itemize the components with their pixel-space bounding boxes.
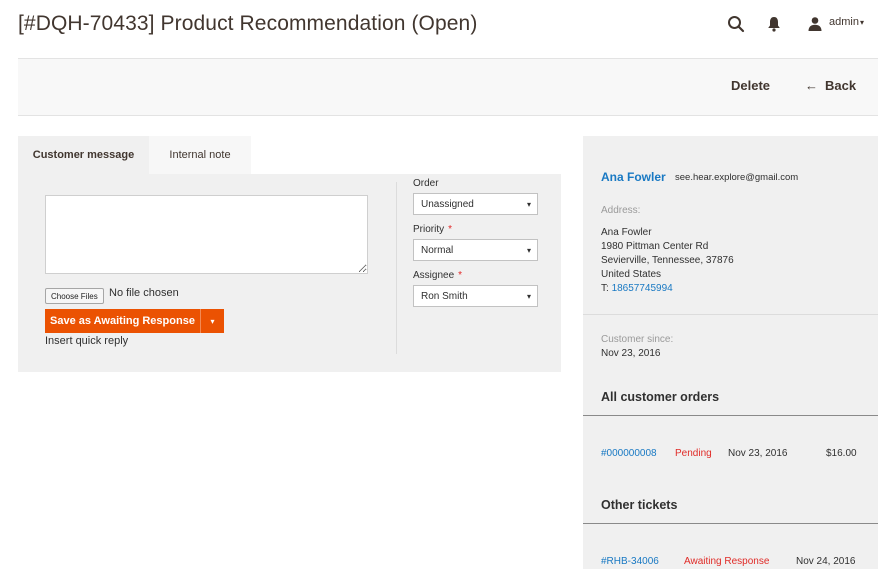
divider xyxy=(583,314,878,315)
assignee-select-value: Ron Smith xyxy=(421,290,468,302)
priority-label: Priority * xyxy=(413,224,452,235)
order-label: Order xyxy=(413,178,439,189)
assignee-label: Assignee * xyxy=(413,270,462,281)
divider xyxy=(583,415,878,416)
chevron-down-icon: ▾ xyxy=(526,246,531,255)
customer-since-value: Nov 23, 2016 xyxy=(601,348,661,359)
bell-icon[interactable] xyxy=(764,14,784,34)
address-line: 1980 Pittman Center Rd xyxy=(601,241,709,252)
order-total: $16.00 xyxy=(826,448,857,459)
address-line: Sevierville, Tennessee, 37876 xyxy=(601,255,734,266)
insert-quick-reply-link[interactable]: Insert quick reply xyxy=(45,335,128,347)
customer-name-link[interactable]: Ana Fowler xyxy=(601,170,666,184)
address-line: United States xyxy=(601,269,662,280)
priority-select[interactable]: Normal ▾ xyxy=(413,239,538,261)
order-select[interactable]: Unassigned ▾ xyxy=(413,193,538,215)
customer-address: Ana Fowler 1980 Pittman Center Rd Sevier… xyxy=(601,226,734,296)
chevron-down-icon[interactable]: ▾ xyxy=(860,18,864,27)
tab-customer-message[interactable]: Customer message xyxy=(18,136,149,174)
phone-prefix: T: xyxy=(601,283,609,294)
phone-line: T: 18657745994 xyxy=(601,282,734,296)
save-options-toggle[interactable]: ▾ xyxy=(200,309,224,333)
phone-link[interactable]: 18657745994 xyxy=(612,283,673,294)
admin-menu[interactable]: admin xyxy=(829,16,859,28)
address-label: Address: xyxy=(601,205,641,216)
divider xyxy=(583,523,878,524)
delete-button[interactable]: Delete xyxy=(731,78,770,93)
assignee-select[interactable]: Ron Smith ▾ xyxy=(413,285,538,307)
save-awaiting-response-button[interactable]: Save as Awaiting Response xyxy=(45,309,200,333)
customer-since-label: Customer since: xyxy=(601,334,674,345)
ticket-status: Awaiting Response xyxy=(684,556,770,567)
order-id-link[interactable]: #000000008 xyxy=(601,448,657,459)
tickets-section-title: Other tickets xyxy=(601,498,678,512)
ticket-id-link[interactable]: #RHB-34006 xyxy=(601,556,659,567)
required-marker: * xyxy=(458,270,463,281)
user-icon[interactable] xyxy=(805,14,825,34)
ticket-date: Nov 24, 2016 xyxy=(796,556,856,567)
message-textarea[interactable] xyxy=(45,195,368,274)
search-icon[interactable] xyxy=(726,14,746,34)
order-select-value: Unassigned xyxy=(421,198,474,210)
page-title: [#DQH-70433] Product Recommendation (Ope… xyxy=(18,12,478,35)
chevron-down-icon: ▾ xyxy=(526,292,531,301)
order-date: Nov 23, 2016 xyxy=(728,448,788,459)
required-marker: * xyxy=(448,224,453,235)
tab-internal-note[interactable]: Internal note xyxy=(149,136,251,174)
chevron-down-icon: ▾ xyxy=(526,200,531,209)
divider xyxy=(396,182,397,354)
back-arrow-icon[interactable]: ← xyxy=(805,78,818,93)
customer-email: see.hear.explore@gmail.com xyxy=(675,172,799,183)
orders-section-title: All customer orders xyxy=(601,390,720,404)
file-status-text: No file chosen xyxy=(109,287,179,299)
back-button[interactable]: Back xyxy=(825,78,856,93)
priority-label-text: Priority xyxy=(413,224,445,235)
order-status: Pending xyxy=(675,448,712,459)
priority-select-value: Normal xyxy=(421,244,454,256)
address-line: Ana Fowler xyxy=(601,227,652,238)
assignee-label-text: Assignee xyxy=(413,270,455,281)
choose-files-button[interactable]: Choose Files xyxy=(45,288,104,304)
